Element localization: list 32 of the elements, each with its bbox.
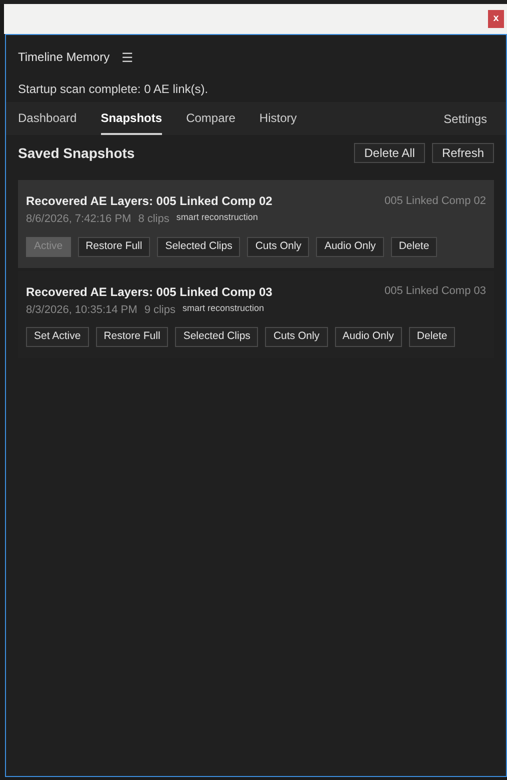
snapshot-action-button[interactable]: Cuts Only	[247, 236, 310, 256]
mode-label: smart reconstruction	[176, 211, 258, 224]
snapshot-action-button[interactable]: Audio Only	[334, 327, 402, 347]
snapshot-title: Recovered AE Layers: 005 Linked Comp 03	[26, 284, 272, 300]
tab[interactable]: Compare	[186, 102, 236, 135]
tab[interactable]: Snapshots	[100, 102, 162, 135]
section-title: Saved Snapshots	[18, 144, 135, 163]
snapshot-action-button[interactable]: Delete	[408, 327, 456, 347]
close-button[interactable]: x	[488, 10, 504, 28]
snapshot-action-button[interactable]: Audio Only	[316, 236, 384, 256]
refresh-button[interactable]: Refresh	[432, 143, 494, 163]
settings-tab[interactable]: Settings	[444, 102, 487, 135]
snapshot-date: 8/3/2026, 10:35:14 PM	[26, 302, 138, 318]
snapshot-title: Recovered AE Layers: 005 Linked Comp 02	[26, 193, 272, 210]
snapshot-action-button[interactable]: Cuts Only	[265, 327, 328, 347]
snapshot-date: 8/6/2026, 7:42:16 PM	[26, 212, 132, 227]
snapshot-action-button[interactable]: Selected Clips	[157, 236, 240, 256]
snapshot-action-button[interactable]: Selected Clips	[175, 327, 258, 347]
clip-count: 9 clips	[144, 302, 176, 318]
snapshot-action-button[interactable]: Set Active	[26, 327, 89, 347]
tab[interactable]: Dashboard	[18, 102, 77, 135]
delete-all-button[interactable]: Delete All	[354, 143, 425, 163]
snapshot-action-button[interactable]: Restore Full	[78, 236, 150, 256]
comp-name: 005 Linked Comp 03	[384, 284, 486, 300]
panel-title: Timeline Memory	[18, 49, 110, 66]
mode-label: smart reconstruction	[182, 302, 264, 314]
comp-name: 005 Linked Comp 02	[384, 194, 486, 209]
tab[interactable]: History	[259, 102, 297, 135]
snapshot-action-button[interactable]: Restore Full	[96, 327, 168, 347]
snapshot-action-button[interactable]: Delete	[390, 236, 438, 256]
clip-count: 8 clips	[138, 212, 170, 227]
status-message: Startup scan complete: 0 AE link(s).	[18, 81, 208, 98]
